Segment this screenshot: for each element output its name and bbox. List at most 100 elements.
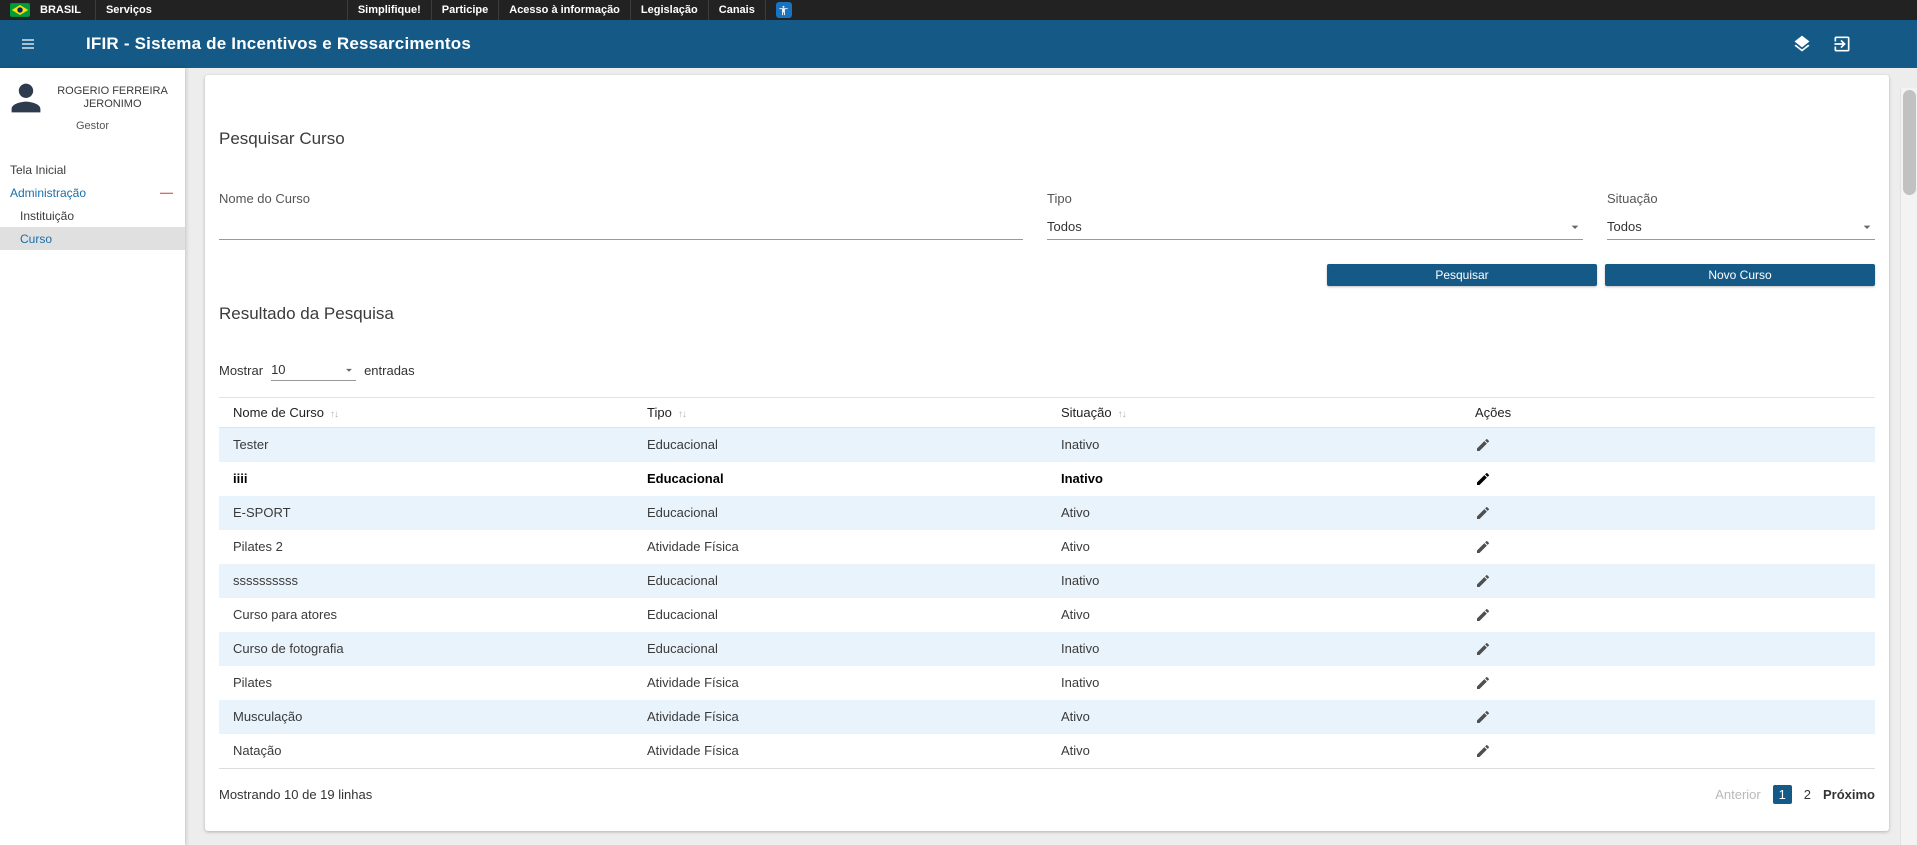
table-row: iiii Educacional Inativo	[219, 462, 1875, 496]
pesquisar-button[interactable]: Pesquisar	[1327, 264, 1597, 286]
user-name-line1: ROGERIO FERREIRA	[48, 85, 177, 98]
cell-situacao: Inativo	[1047, 428, 1461, 462]
govbar-brand[interactable]: BRASIL	[10, 0, 89, 20]
pagination-previous[interactable]: Anterior	[1715, 787, 1761, 802]
hamburger-menu-icon[interactable]	[14, 32, 42, 56]
edit-icon[interactable]	[1475, 641, 1491, 657]
cell-situacao: Ativo	[1047, 530, 1461, 564]
govbar-link-canais[interactable]: Canais	[708, 0, 766, 20]
cell-tipo: Atividade Física	[633, 530, 1047, 564]
nome-curso-label: Nome do Curso	[219, 191, 1023, 206]
content-card: Pesquisar Curso Nome do Curso Tipo Todos	[205, 75, 1889, 831]
sidebar-item-curso[interactable]: Curso	[0, 227, 185, 250]
search-form: Nome do Curso Tipo Todos Situação Tod	[219, 191, 1875, 240]
cell-nome: ssssssssss	[219, 564, 633, 598]
edit-icon[interactable]	[1475, 471, 1491, 487]
cell-tipo: Atividade Física	[633, 666, 1047, 700]
collapse-minus-icon[interactable]: —	[160, 185, 173, 200]
tipo-select[interactable]: Todos	[1047, 214, 1583, 240]
table-row: Curso de fotografia Educacional Inativo	[219, 632, 1875, 666]
govbar-link-simplifique[interactable]: Simplifique!	[347, 0, 431, 20]
cell-tipo: Educacional	[633, 428, 1047, 462]
cell-nome: Pilates 2	[219, 530, 633, 564]
vlibras-accessibility-icon[interactable]	[776, 2, 792, 18]
mostrar-label: Mostrar	[219, 363, 263, 378]
cell-nome: Natação	[219, 734, 633, 768]
edit-icon[interactable]	[1475, 573, 1491, 589]
situacao-select-value: Todos	[1607, 219, 1642, 234]
cell-acoes	[1461, 666, 1875, 700]
results-table-body: Tester Educacional Inativo iiii Educacio…	[219, 428, 1875, 768]
nome-curso-input[interactable]	[219, 214, 1023, 240]
rows-summary: Mostrando 10 de 19 linhas	[219, 787, 372, 802]
cell-nome: Curso de fotografia	[219, 632, 633, 666]
cell-acoes	[1461, 598, 1875, 632]
govbar-link-legislacao[interactable]: Legislação	[630, 0, 708, 20]
cell-acoes	[1461, 530, 1875, 564]
cell-tipo: Educacional	[633, 462, 1047, 496]
table-row: Natação Atividade Física Ativo	[219, 734, 1875, 768]
cell-tipo: Educacional	[633, 632, 1047, 666]
cell-situacao: Ativo	[1047, 700, 1461, 734]
cell-tipo: Atividade Física	[633, 700, 1047, 734]
situacao-select[interactable]: Todos	[1607, 214, 1875, 240]
page: BRASIL Serviços Simplifique! Participe A…	[0, 0, 1917, 845]
nome-curso-field: Nome do Curso	[219, 191, 1023, 240]
pagination-page-2[interactable]: 2	[1804, 787, 1811, 802]
page-size-value: 10	[271, 362, 285, 377]
cell-tipo: Educacional	[633, 496, 1047, 530]
cell-tipo: Atividade Física	[633, 734, 1047, 768]
sort-icon[interactable]: ↑↓	[1118, 409, 1126, 420]
cell-nome: iiii	[219, 462, 633, 496]
situacao-field: Situação Todos	[1607, 191, 1875, 240]
edit-icon[interactable]	[1475, 743, 1491, 759]
results-section-title: Resultado da Pesquisa	[219, 304, 1875, 324]
edit-icon[interactable]	[1475, 709, 1491, 725]
scrollbar-track[interactable]	[1900, 88, 1917, 845]
cell-situacao: Inativo	[1047, 632, 1461, 666]
cell-acoes	[1461, 632, 1875, 666]
table-row: Pilates 2 Atividade Física Ativo	[219, 530, 1875, 564]
sort-icon[interactable]: ↑↓	[330, 409, 338, 420]
govbar-link-servicos[interactable]: Serviços	[95, 0, 162, 20]
cell-situacao: Ativo	[1047, 734, 1461, 768]
layers-icon[interactable]	[1790, 32, 1814, 56]
action-buttons: Pesquisar Novo Curso	[219, 264, 1875, 286]
table-header-row: Nome de Curso↑↓ Tipo↑↓ Situação↑↓ Ações	[219, 398, 1875, 428]
pagination-next[interactable]: Próximo	[1823, 787, 1875, 802]
novo-curso-button[interactable]: Novo Curso	[1605, 264, 1875, 286]
edit-icon[interactable]	[1475, 437, 1491, 453]
edit-icon[interactable]	[1475, 607, 1491, 623]
tipo-select-value: Todos	[1047, 219, 1082, 234]
sidebar-item-tela-inicial[interactable]: Tela Inicial	[0, 158, 185, 181]
avatar	[8, 80, 44, 116]
sidebar-item-administracao[interactable]: Administração —	[0, 181, 185, 204]
edit-icon[interactable]	[1475, 675, 1491, 691]
cell-tipo: Educacional	[633, 598, 1047, 632]
main-content: Pesquisar Curso Nome do Curso Tipo Todos	[185, 68, 1917, 845]
edit-icon[interactable]	[1475, 505, 1491, 521]
header-icons	[1790, 32, 1854, 56]
govbar-link-participe[interactable]: Participe	[431, 0, 498, 20]
sidebar: ROGERIO FERREIRA JERONIMO Gestor Tela In…	[0, 68, 185, 845]
pagination-page-1[interactable]: 1	[1773, 785, 1792, 804]
cell-situacao: Ativo	[1047, 598, 1461, 632]
sort-icon[interactable]: ↑↓	[678, 409, 686, 420]
cell-nome: Curso para atores	[219, 598, 633, 632]
scrollbar-thumb[interactable]	[1903, 90, 1916, 195]
govbar-brand-label[interactable]: BRASIL	[36, 0, 85, 20]
brazil-flag-icon	[10, 3, 30, 17]
govbar-link-acesso-informacao[interactable]: Acesso à informação	[498, 0, 630, 20]
sidebar-item-instituicao[interactable]: Instituição	[0, 204, 185, 227]
cell-acoes	[1461, 734, 1875, 768]
user-name-line2: JERONIMO	[48, 98, 177, 111]
table-footer: Mostrando 10 de 19 linhas Anterior 1 2 P…	[219, 768, 1875, 804]
page-size-select[interactable]: 10	[271, 359, 356, 381]
results-table: Nome de Curso↑↓ Tipo↑↓ Situação↑↓ Ações …	[219, 397, 1875, 768]
user-role: Gestor	[8, 120, 177, 132]
tipo-label: Tipo	[1047, 191, 1583, 206]
cell-acoes	[1461, 428, 1875, 462]
logout-exit-icon[interactable]	[1830, 32, 1854, 56]
edit-icon[interactable]	[1475, 539, 1491, 555]
user-block: ROGERIO FERREIRA JERONIMO Gestor	[0, 68, 185, 142]
